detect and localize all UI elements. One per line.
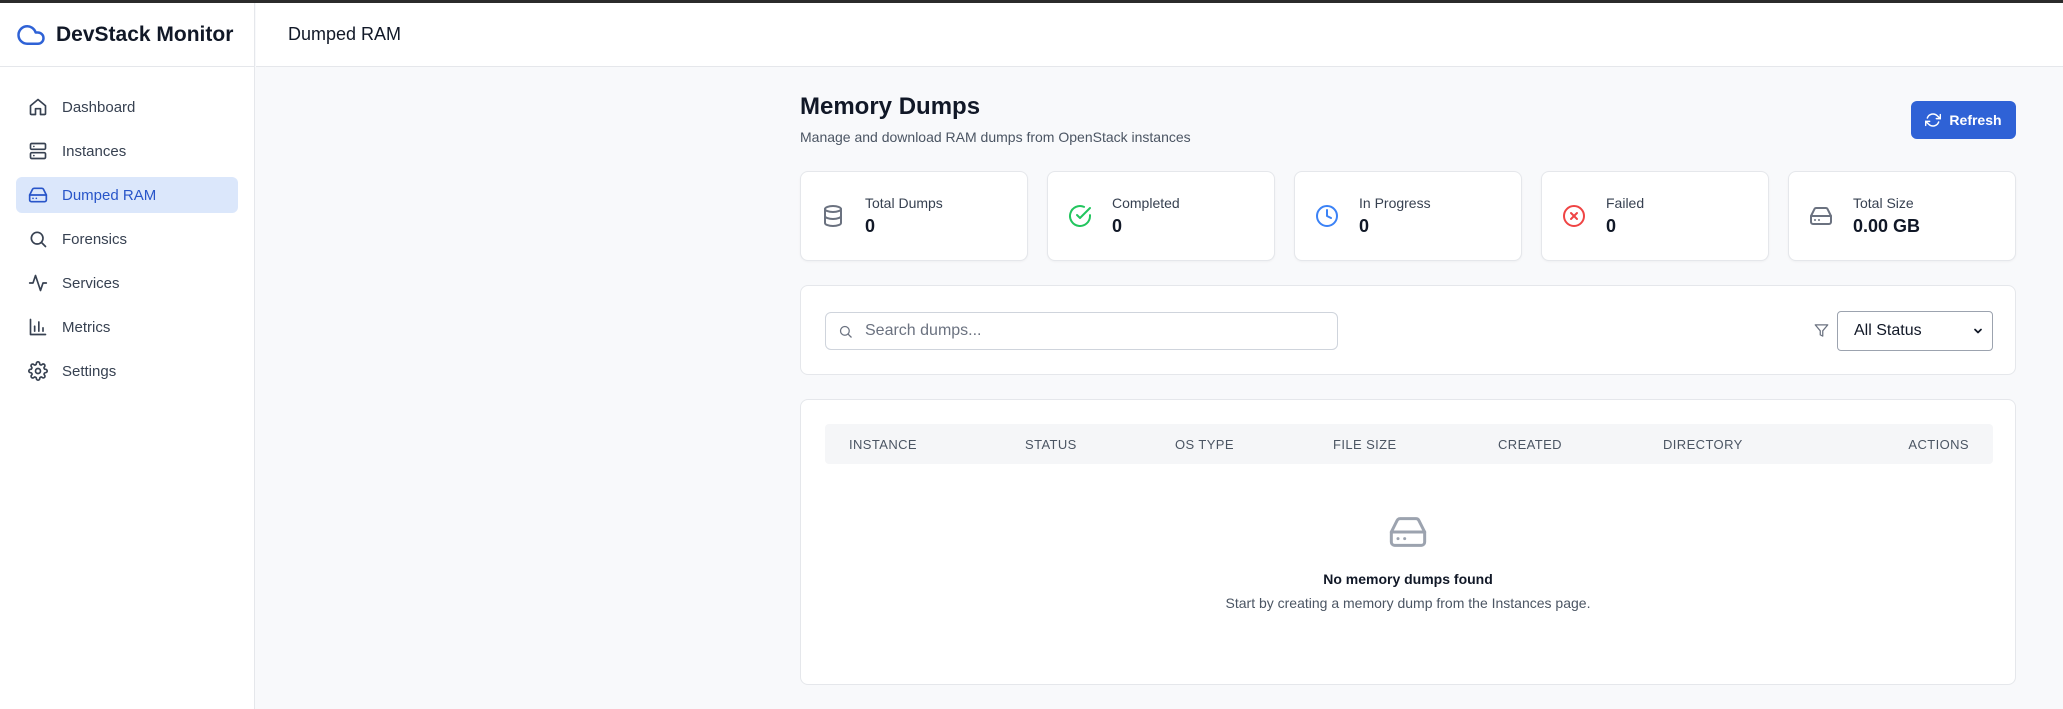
refresh-button[interactable]: Refresh: [1911, 101, 2016, 139]
sidebar-item-dumped-ram[interactable]: Dumped RAM: [16, 177, 238, 213]
stat-label: In Progress: [1359, 195, 1431, 211]
empty-state-title: No memory dumps found: [1323, 571, 1493, 587]
dumps-table: INSTANCE STATUS OS TYPE FILE SIZE CREATE…: [800, 399, 2016, 685]
stat-card-completed: Completed 0: [1047, 171, 1275, 261]
stat-value: 0.00 GB: [1853, 216, 1921, 236]
sidebar-item-dashboard[interactable]: Dashboard: [16, 89, 238, 125]
stat-card-in-progress: In Progress 0: [1294, 171, 1522, 261]
column-header-status[interactable]: STATUS: [1025, 437, 1077, 452]
stat-label: Total Dumps: [865, 195, 943, 211]
stat-label: Failed: [1606, 195, 1645, 211]
stat-card-total-size: Total Size 0.00 GB: [1788, 171, 2016, 261]
column-header-created[interactable]: CREATED: [1498, 437, 1562, 452]
stat-value: 0: [1112, 216, 1123, 236]
page-header: Memory Dumps Manage and download RAM dum…: [800, 67, 2016, 171]
stat-value: 0: [1359, 216, 1370, 236]
empty-state-subtitle: Start by creating a memory dump from the…: [1225, 595, 1591, 611]
stat-card-failed: Failed 0: [1541, 171, 1769, 261]
status-filter-select[interactable]: All Status: [1837, 311, 1993, 351]
home-icon: [29, 98, 47, 116]
search-box[interactable]: [825, 312, 1338, 350]
column-header-instance[interactable]: INSTANCE: [849, 437, 917, 452]
cloud-icon: [17, 24, 45, 45]
stat-value: 0: [865, 216, 876, 236]
sidebar-item-label: Forensics: [62, 230, 128, 248]
hard-drive-icon: [1810, 207, 1832, 225]
sidebar-item-label: Dumped RAM: [62, 186, 157, 204]
clock-icon: [1316, 205, 1338, 227]
stats-row: Total Dumps 0 Completed 0 In Progress 0: [800, 171, 2016, 261]
hard-drive-icon: [1389, 517, 1427, 547]
sidebar-item-label: Settings: [62, 362, 117, 380]
brand-title: DevStack Monitor: [56, 22, 234, 46]
gear-icon: [28, 361, 48, 381]
x-circle-icon: [1563, 205, 1585, 227]
sidebar-item-settings[interactable]: Settings: [16, 353, 238, 389]
page-subtitle: Manage and download RAM dumps from OpenS…: [800, 129, 1191, 145]
sidebar-item-instances[interactable]: Instances: [16, 133, 238, 169]
sidebar-item-label: Metrics: [62, 318, 111, 336]
sidebar-item-metrics[interactable]: Metrics: [16, 309, 238, 345]
sidebar-nav: Dashboard Instances Dumped RAM Forensics: [0, 67, 254, 389]
database-icon: [824, 205, 842, 227]
stat-value: 0: [1606, 216, 1617, 236]
brand[interactable]: DevStack Monitor: [0, 3, 254, 67]
top-header: Dumped RAM: [256, 3, 2063, 67]
sidebar: DevStack Monitor Dashboard Instances Dum…: [0, 3, 255, 709]
header-title: Dumped RAM: [288, 24, 402, 44]
search-icon: [30, 231, 47, 248]
empty-state: No memory dumps found Start by creating …: [801, 512, 2015, 611]
refresh-button-label: Refresh: [1949, 112, 2002, 128]
search-icon: [839, 325, 852, 338]
chevron-down-icon: [1974, 328, 1982, 334]
stat-label: Total Size: [1853, 195, 1914, 211]
search-input[interactable]: [865, 322, 1315, 340]
sidebar-item-label: Instances: [62, 142, 127, 160]
column-header-directory[interactable]: DIRECTORY: [1663, 437, 1743, 452]
status-filter-value: All Status: [1854, 322, 1922, 339]
hard-drive-icon: [28, 187, 48, 203]
table-header: INSTANCE STATUS OS TYPE FILE SIZE CREATE…: [825, 424, 1993, 464]
sidebar-item-services[interactable]: Services: [16, 265, 238, 301]
check-circle-icon: [1069, 205, 1091, 227]
stat-label: Completed: [1112, 195, 1180, 211]
sidebar-item-label: Dashboard: [62, 98, 136, 116]
page-title: Memory Dumps: [800, 93, 981, 120]
column-header-file-size[interactable]: FILE SIZE: [1333, 437, 1397, 452]
server-icon: [29, 142, 47, 160]
sidebar-item-forensics[interactable]: Forensics: [16, 221, 238, 257]
column-header-actions: ACTIONS: [1908, 437, 1969, 452]
sidebar-item-label: Services: [62, 274, 120, 292]
main-content: Memory Dumps Manage and download RAM dum…: [800, 67, 2016, 685]
bar-chart-icon: [29, 318, 47, 336]
filter-bar: All Status: [800, 285, 2016, 375]
column-header-os-type[interactable]: OS TYPE: [1175, 437, 1234, 452]
activity-icon: [28, 274, 48, 292]
stat-card-total-dumps: Total Dumps 0: [800, 171, 1028, 261]
filter-icon: [1814, 324, 1829, 337]
refresh-icon: [1925, 113, 1942, 127]
